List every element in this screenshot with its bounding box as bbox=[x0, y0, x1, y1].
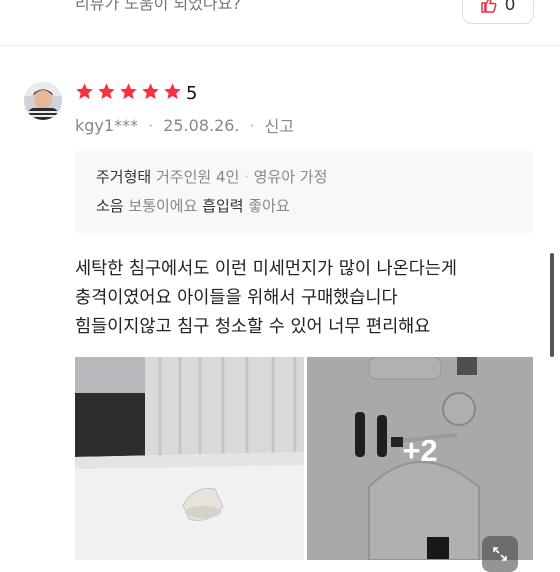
review-text-line: 세탁한 침구에서도 이런 미세먼지가 많이 나온다는게 bbox=[75, 259, 458, 279]
helpful-count: 0 bbox=[504, 0, 516, 15]
info-row-noise-suction: 소음 보통이에요 흡입력 좋아요 bbox=[96, 195, 290, 216]
star-icon bbox=[164, 83, 181, 100]
more-photos-overlay: +2 bbox=[307, 357, 533, 560]
more-photos-count: +2 bbox=[402, 432, 438, 468]
meta-separator: · bbox=[148, 115, 154, 135]
review-text-line: 충격이였어요 아이들을 위해서 구매했습니다 bbox=[75, 288, 398, 308]
info-label: 흡입력 bbox=[202, 197, 244, 215]
review-divider bbox=[0, 45, 560, 46]
star-icon bbox=[98, 83, 115, 100]
scrollbar[interactable] bbox=[550, 253, 554, 357]
info-value: 영유아 가정 bbox=[253, 168, 328, 186]
thumbs-up-icon bbox=[480, 0, 497, 13]
info-value: 거주인원 4인 bbox=[155, 168, 240, 186]
review-photo[interactable] bbox=[75, 357, 304, 560]
star-icon bbox=[120, 83, 137, 100]
star-icon bbox=[142, 83, 159, 100]
info-value: 보통이에요 bbox=[128, 197, 198, 215]
info-label: 소음 bbox=[96, 197, 124, 215]
info-row-household: 주거형태 거주인원 4인 · 영유아 가정 bbox=[96, 166, 327, 187]
review-date: 25.08.26. bbox=[163, 115, 240, 135]
helpful-question: 리뷰가 도움이 되었나요? bbox=[75, 0, 241, 13]
report-link[interactable]: 신고 bbox=[265, 113, 294, 137]
info-label: 주거형태 bbox=[96, 168, 152, 186]
review-meta: kgy1*** · 25.08.26. · 신고 bbox=[75, 113, 294, 137]
review-body: 세탁한 침구에서도 이런 미세먼지가 많이 나온다는게 충격이였어요 아이들을 … bbox=[75, 255, 545, 342]
avatar bbox=[24, 82, 62, 120]
rating-value: 5 bbox=[186, 83, 198, 104]
expand-photo-button[interactable] bbox=[482, 536, 518, 572]
helpful-button[interactable]: 0 bbox=[462, 0, 534, 24]
survey-info-box: 주거형태 거주인원 4인 · 영유아 가정 소음 보통이에요 흡입력 좋아요 bbox=[75, 151, 533, 233]
review-photo-more[interactable]: +2 bbox=[307, 357, 533, 560]
star-icon bbox=[76, 83, 93, 100]
star-rating bbox=[75, 82, 182, 101]
info-separator: · bbox=[244, 168, 249, 186]
info-value: 좋아요 bbox=[248, 197, 290, 215]
meta-separator: · bbox=[249, 115, 255, 135]
review-text-line: 힘들이지않고 침구 청소할 수 있어 너무 편리해요 bbox=[75, 317, 431, 337]
user-id: kgy1*** bbox=[75, 115, 139, 135]
